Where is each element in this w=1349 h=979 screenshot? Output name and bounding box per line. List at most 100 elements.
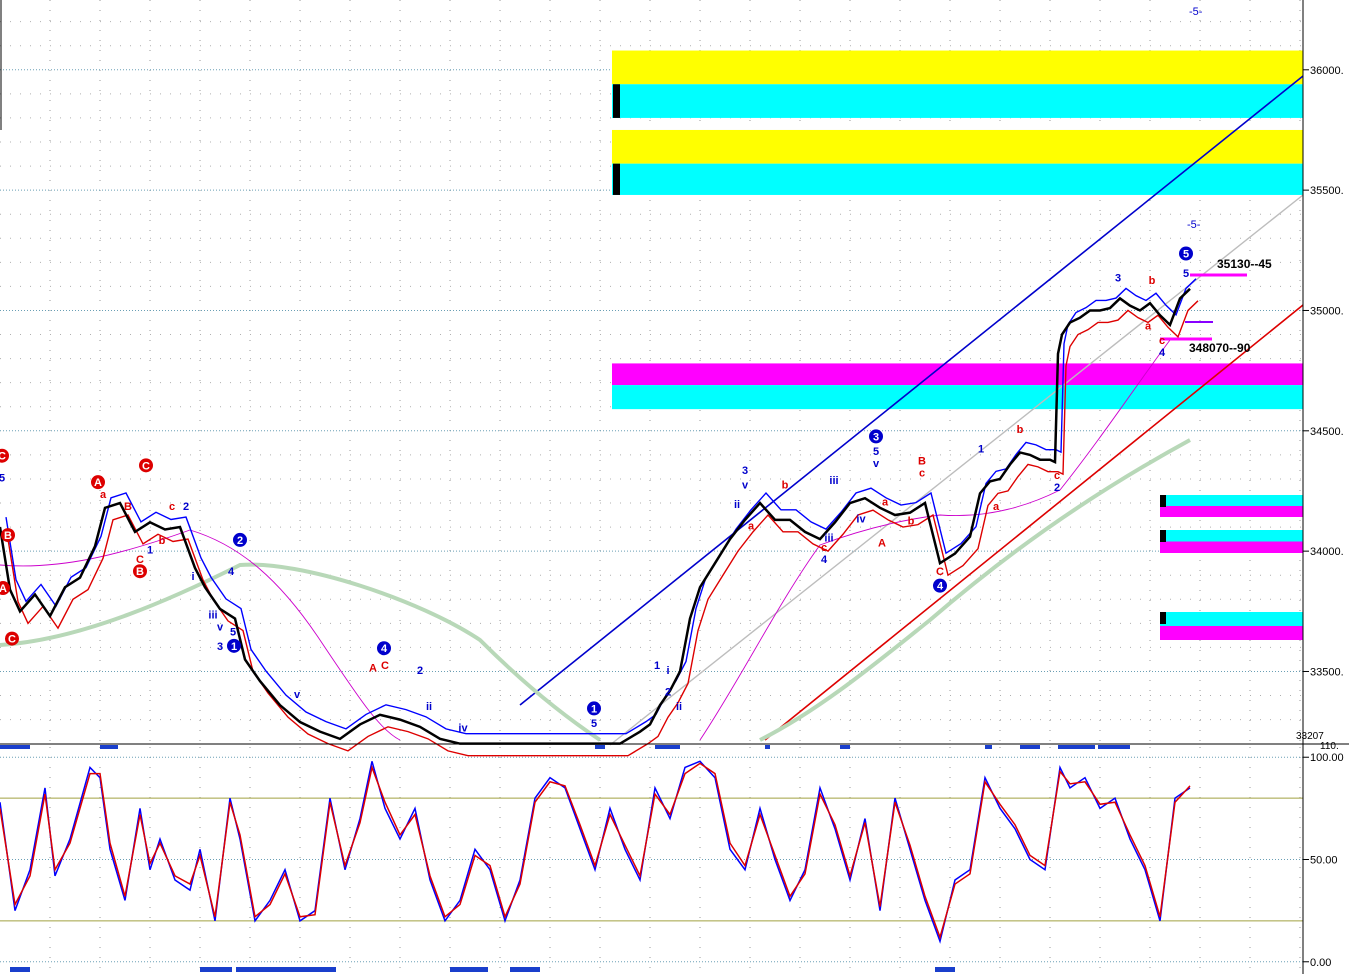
- wave-label: v: [873, 458, 880, 470]
- wave-label: 2: [237, 535, 243, 547]
- mini-zone-marker: [1160, 612, 1166, 624]
- mini-zone-bottom: [1160, 626, 1303, 640]
- wave-label: B: [4, 530, 12, 542]
- wave-label: 1: [978, 443, 984, 455]
- support-zone-top-band: [612, 363, 1303, 386]
- wave-label: 4: [228, 566, 235, 578]
- price-tick-label: 33500.: [1310, 666, 1344, 678]
- wave-label: iii: [208, 610, 217, 622]
- state-bar-top: [100, 745, 118, 749]
- wave-label: a: [882, 496, 889, 508]
- mini-zone-top: [1160, 612, 1303, 626]
- wave-label: c: [1159, 335, 1165, 347]
- wave-label: i: [191, 571, 194, 583]
- state-bar-top: [985, 745, 992, 749]
- wave-label: 3: [1115, 273, 1121, 285]
- state-bar-top: [840, 745, 850, 749]
- wave-label: 1: [231, 641, 237, 653]
- wave-label: 2: [183, 501, 189, 513]
- wave-label: 5: [873, 446, 879, 458]
- wave-label: 2: [1054, 482, 1060, 494]
- state-bar-top: [1098, 745, 1130, 749]
- wave-label: 4: [821, 554, 828, 566]
- chart-svg: C5BACAaBCc 21bCB i24iiiv 53 1v4A C 2iiiv151 i2i…: [0, 0, 1349, 974]
- mini-zone-marker: [1160, 495, 1166, 507]
- wave-label: B: [136, 566, 144, 578]
- wave-label: c: [169, 501, 175, 513]
- wave-label: v: [217, 622, 224, 634]
- wave-label: ii: [426, 701, 432, 713]
- wave-label: v: [294, 689, 301, 701]
- wave-label: 5: [1183, 249, 1189, 261]
- chart-root: C 5 B A C Aa B Cc 2 1 b C Bi 2 4 iii v 5 3 1 v 4 A C 2 ii iv 1 5 1 i 2 i…: [0, 0, 1349, 974]
- wave-label: iii: [829, 475, 838, 487]
- state-bar-top: [655, 745, 680, 749]
- osc-tick-label: 100.00: [1310, 752, 1344, 764]
- wave-label: c: [919, 468, 925, 480]
- wave-label: b: [908, 516, 915, 528]
- wave-label: b: [782, 480, 789, 492]
- zone-marker: [613, 84, 620, 118]
- wave-label: C: [936, 566, 944, 578]
- wave-label: C: [8, 634, 16, 646]
- state-bar-top: [0, 745, 30, 749]
- price-tick-label: 34000.: [1310, 546, 1344, 558]
- wave-label: 5: [0, 472, 5, 484]
- target-lower-label: 348070--90: [1189, 341, 1251, 355]
- wave-label: iv: [856, 513, 866, 525]
- wave-label: iv: [458, 723, 468, 735]
- wave-label: b: [159, 535, 166, 547]
- state-bar-top: [765, 745, 770, 749]
- wave-label: B: [918, 456, 926, 468]
- wave-label: 3: [873, 431, 879, 443]
- state-bar-top: [595, 745, 605, 749]
- wave-label: 4: [1159, 347, 1166, 359]
- wave-label: 1: [591, 703, 597, 715]
- wave-label: 3: [217, 641, 223, 653]
- wave-label: iii: [824, 533, 833, 545]
- wave-label: A: [0, 583, 7, 595]
- wave-note: -5-: [1187, 219, 1201, 231]
- upper-zone-2-bottom-band: [612, 163, 1303, 195]
- wave-label: 3: [742, 465, 748, 477]
- wave-label: a: [748, 520, 755, 532]
- wave-label: ii: [734, 499, 740, 511]
- state-bar-top: [1020, 745, 1040, 749]
- upper-zone-1-bottom-band: [612, 84, 1303, 118]
- wave-label: 1: [654, 660, 660, 672]
- wave-label: ii: [676, 701, 682, 713]
- wave-label: 5: [230, 626, 236, 638]
- osc-top-tick: 110.: [1320, 741, 1339, 752]
- wave-label: c: [1054, 470, 1060, 482]
- wave-label: 1: [147, 545, 153, 557]
- state-bar-bottom: [450, 967, 488, 972]
- state-bar-bottom: [510, 967, 540, 972]
- state-bar-bottom: [10, 967, 30, 972]
- wave-label: b: [1017, 424, 1024, 436]
- osc-tick-label: 50.00: [1310, 855, 1338, 867]
- target-upper-label: 35130--45: [1217, 257, 1272, 271]
- upper-zone-1-top-band: [612, 50, 1303, 85]
- wave-label: a: [100, 489, 107, 501]
- wave-label: i: [666, 665, 669, 677]
- price-tick-label: 34500.: [1310, 426, 1344, 438]
- wave-label: A: [878, 537, 886, 549]
- wave-label: A: [94, 477, 102, 489]
- mini-zone-top: [1160, 495, 1303, 506]
- wave-label: 2: [665, 687, 671, 699]
- mini-zone-bottom: [1160, 506, 1303, 517]
- top-wave-label: -5-: [1189, 6, 1203, 18]
- state-bar-bottom: [236, 967, 336, 972]
- wave-label: A: [369, 662, 377, 674]
- price-tick-label: 35500.: [1310, 185, 1344, 197]
- wave-label: 5: [1183, 268, 1189, 280]
- wave-label: v: [742, 480, 749, 492]
- wave-label: C: [0, 451, 6, 463]
- state-bar-bottom: [935, 967, 955, 972]
- mini-zone-bottom: [1160, 541, 1303, 553]
- wave-label: 2: [417, 665, 423, 677]
- wave-label: C: [142, 460, 150, 472]
- mini-zone-marker: [1160, 530, 1166, 542]
- state-bar-bottom: [200, 967, 232, 972]
- wave-label: 4: [937, 581, 944, 593]
